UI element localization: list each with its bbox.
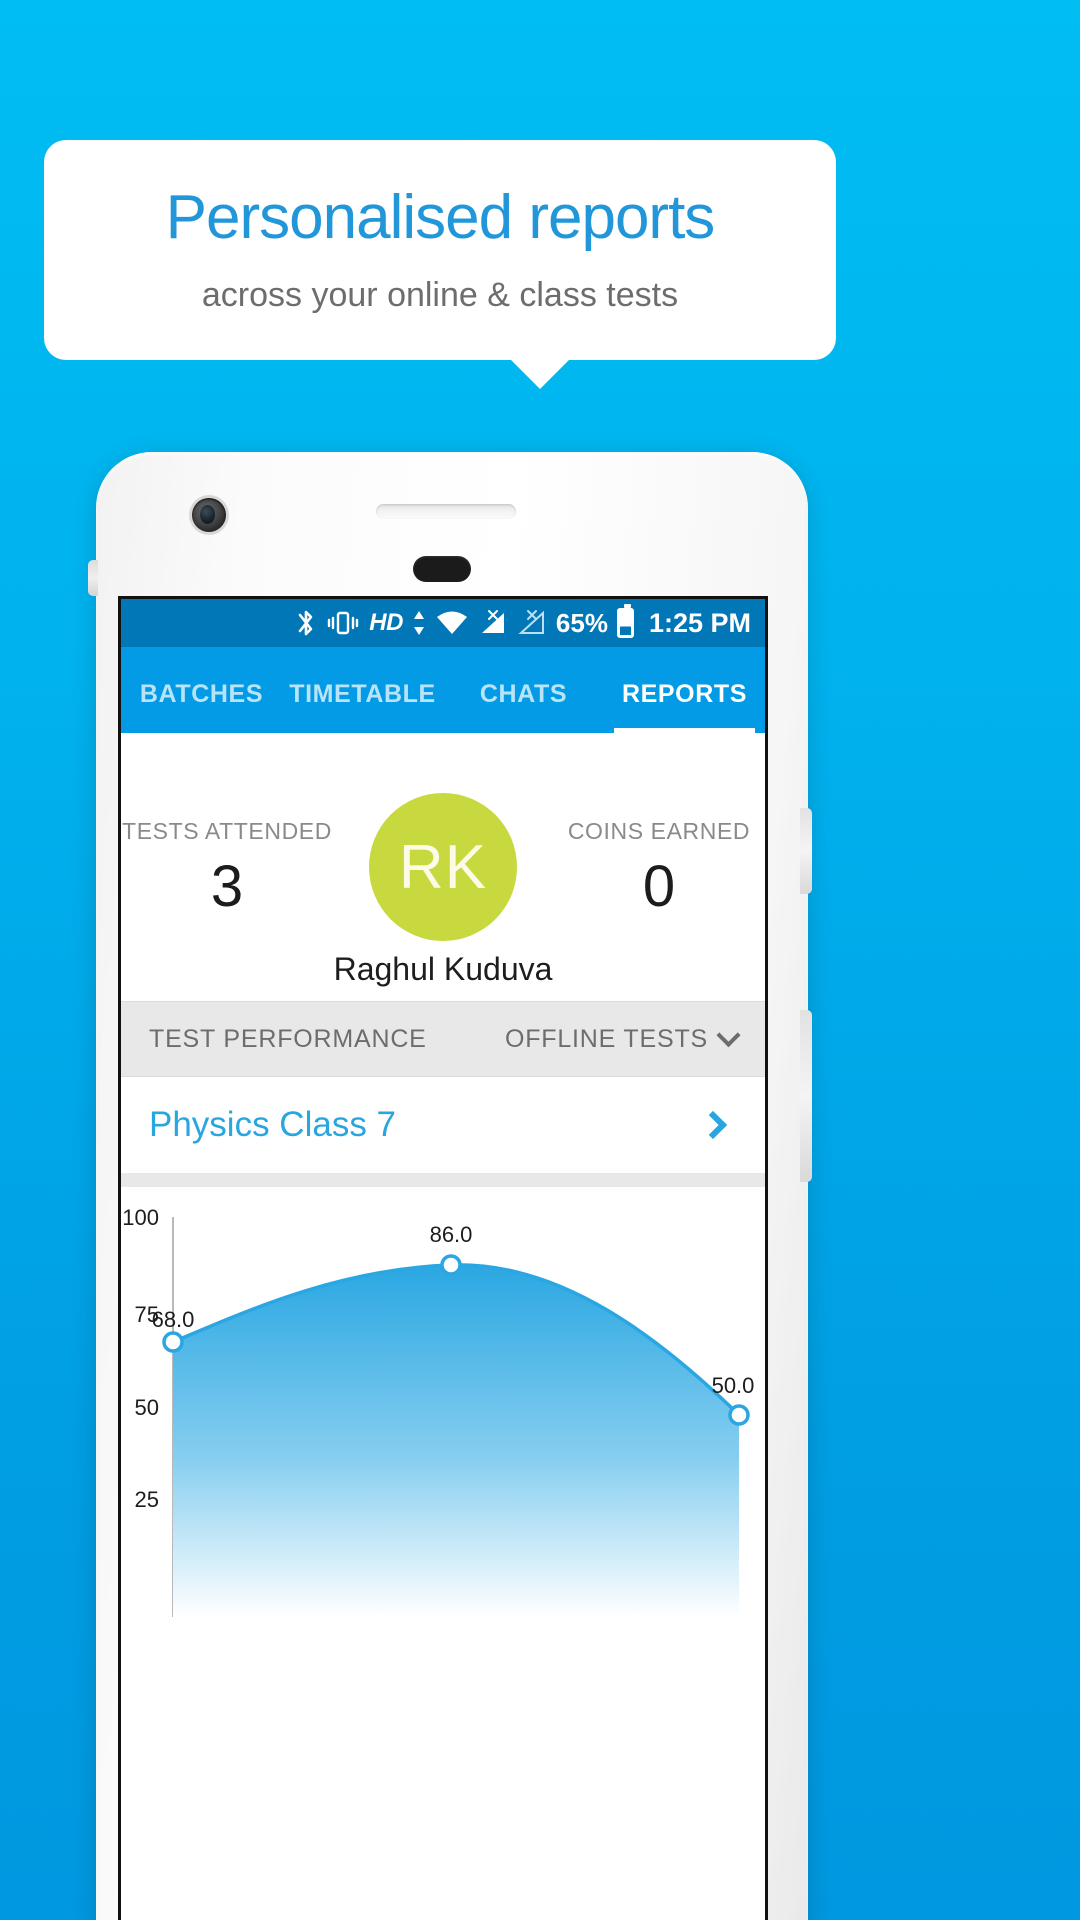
y-tick-100: 100	[122, 1205, 159, 1230]
profile-summary: TESTS ATTENDED 3 RK Raghul Kuduva COINS …	[121, 733, 765, 1001]
coins-earned-stat: COINS EARNED 0	[553, 814, 765, 920]
chart-svg: 100 75 50 25 68.0 86.0 50.0	[122, 1205, 755, 1617]
speaker-grille	[376, 504, 516, 519]
tab-batches[interactable]: BATCHES	[121, 680, 282, 733]
chart-point-3[interactable]	[728, 1404, 750, 1426]
signal-2-icon	[517, 609, 547, 637]
left-side-button[interactable]	[88, 560, 98, 596]
power-button[interactable]	[800, 808, 812, 894]
coins-earned-value: 0	[642, 854, 676, 919]
test-performance-header: TEST PERFORMANCE OFFLINE TESTS	[121, 1001, 765, 1077]
chart-label-1: 68.0	[152, 1307, 195, 1332]
tab-bar: BATCHES TIMETABLE CHATS REPORTS	[121, 647, 765, 733]
chevron-right-icon[interactable]	[698, 1110, 728, 1140]
hd-icon: HD	[369, 609, 403, 637]
clock-label: 1:25 PM	[648, 607, 751, 638]
bluetooth-icon	[295, 608, 317, 638]
battery-percent-label: 65%	[555, 607, 608, 638]
chart-point-1[interactable]	[162, 1331, 184, 1353]
chart-label-3: 50.0	[712, 1373, 755, 1398]
tests-attended-value: 3	[210, 854, 244, 919]
promo-subtitle: across your online & class tests	[201, 276, 679, 315]
data-arrows-icon	[412, 609, 426, 637]
section-divider	[121, 1173, 765, 1187]
chart-area-fill	[173, 1264, 739, 1617]
phone-screen: HD 65% 1:25 PM BATCHES TIMETABLE CHATS R…	[118, 596, 768, 1920]
test-type-value: OFFLINE TESTS	[504, 1024, 708, 1053]
hd-label: HD	[369, 609, 403, 636]
tab-chats[interactable]: CHATS	[443, 680, 604, 733]
promo-title: Personalised reports	[165, 182, 716, 252]
class-row[interactable]: Physics Class 7	[121, 1077, 765, 1173]
promo-bubble: Personalised reports across your online …	[44, 140, 836, 360]
signal-1-icon	[478, 609, 508, 637]
coins-earned-label: COINS EARNED	[567, 818, 751, 844]
status-bar: HD 65% 1:25 PM	[121, 599, 765, 647]
test-type-dropdown[interactable]: OFFLINE TESTS	[504, 1022, 741, 1054]
earpiece-sensor	[413, 556, 471, 582]
performance-chart: 100 75 50 25 68.0 86.0 50.0	[121, 1187, 765, 1920]
volume-button[interactable]	[800, 1010, 812, 1182]
vibrate-icon	[326, 609, 360, 637]
tab-reports[interactable]: REPORTS	[604, 680, 765, 733]
chart-point-2[interactable]	[440, 1254, 462, 1276]
tests-attended-stat: TESTS ATTENDED 3	[121, 814, 333, 920]
avatar[interactable]: RK	[369, 793, 517, 941]
chart-label-2: 86.0	[430, 1222, 473, 1247]
wifi-icon	[435, 609, 469, 637]
user-name: Raghul Kuduva	[333, 951, 553, 987]
avatar-container: RK Raghul Kuduva	[333, 793, 553, 987]
y-tick-25: 25	[135, 1487, 159, 1512]
y-tick-50: 50	[135, 1395, 159, 1420]
promo-bubble-tail	[510, 359, 570, 389]
class-name-label: Physics Class 7	[149, 1105, 397, 1144]
tab-timetable[interactable]: TIMETABLE	[282, 680, 443, 733]
front-camera-icon	[192, 498, 226, 532]
tests-attended-label: TESTS ATTENDED	[122, 818, 332, 844]
chevron-down-icon	[716, 1022, 741, 1047]
camera-lens	[200, 505, 215, 524]
test-performance-label: TEST PERFORMANCE	[149, 1024, 427, 1053]
battery-icon	[616, 604, 634, 638]
